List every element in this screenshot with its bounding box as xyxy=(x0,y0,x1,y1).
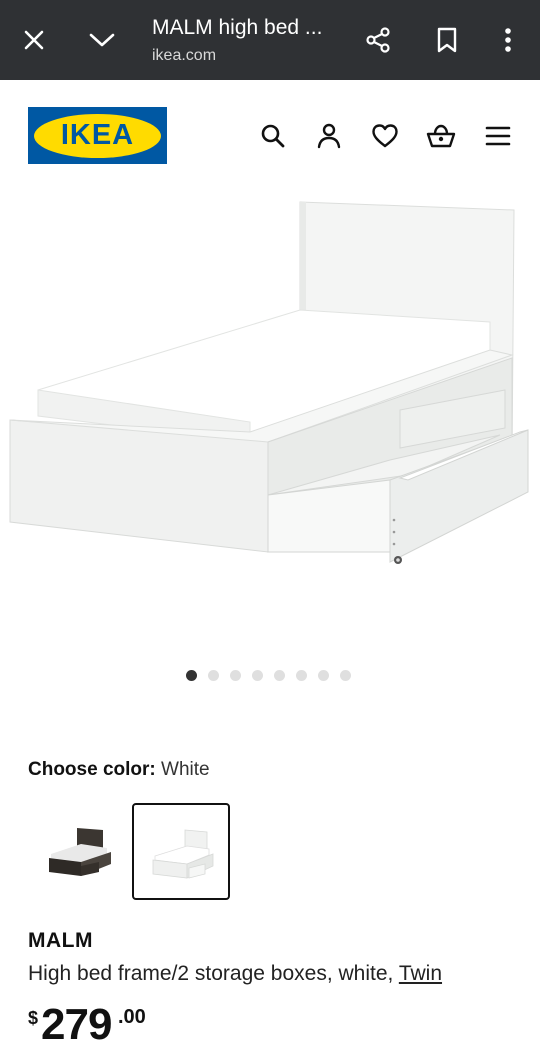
carousel-dot[interactable] xyxy=(296,670,307,681)
carousel-dot-active[interactable] xyxy=(186,670,197,681)
browser-url: ikea.com xyxy=(152,47,217,64)
selected-color-value: White xyxy=(161,759,210,780)
browser-page-title: MALM high bed ... xyxy=(152,16,323,39)
product-description-text: High bed frame/2 storage boxes, white, xyxy=(28,962,394,985)
product-image[interactable] xyxy=(0,190,540,590)
price-currency: $ xyxy=(28,1008,39,1028)
carousel-dot[interactable] xyxy=(318,670,329,681)
choose-color-title: Choose color: xyxy=(28,759,156,780)
menu-icon[interactable] xyxy=(482,120,514,152)
price-integer: 279 xyxy=(41,1000,112,1049)
carousel-dot[interactable] xyxy=(340,670,351,681)
chevron-down-icon[interactable] xyxy=(82,20,122,60)
logo-text: IKEA xyxy=(60,119,135,151)
ikea-logo[interactable]: IKEA xyxy=(28,107,167,164)
shopping-bag-icon[interactable] xyxy=(425,120,457,152)
product-description: High bed frame/2 storage boxes, white, T… xyxy=(28,962,442,986)
color-swatch-black-brown[interactable] xyxy=(30,803,128,900)
close-icon[interactable] xyxy=(14,20,54,60)
carousel-indicator xyxy=(186,670,351,681)
product-name: MALM xyxy=(28,929,93,952)
choose-color-label: Choose color: White xyxy=(28,759,210,781)
more-vertical-icon[interactable] xyxy=(488,20,528,60)
price-decimal: .00 xyxy=(118,1006,146,1028)
search-icon[interactable] xyxy=(257,120,289,152)
share-icon[interactable] xyxy=(358,20,398,60)
carousel-dot[interactable] xyxy=(274,670,285,681)
carousel-dot[interactable] xyxy=(230,670,241,681)
size-link[interactable]: Twin xyxy=(399,962,442,985)
carousel-dot[interactable] xyxy=(208,670,219,681)
bookmark-icon[interactable] xyxy=(427,20,467,60)
logo-oval: IKEA xyxy=(34,113,161,158)
browser-toolbar: MALM high bed ... ikea.com xyxy=(0,0,540,80)
carousel-dot[interactable] xyxy=(252,670,263,681)
heart-icon[interactable] xyxy=(369,120,401,152)
user-icon[interactable] xyxy=(313,120,345,152)
color-swatch-white-selected[interactable] xyxy=(132,803,230,900)
